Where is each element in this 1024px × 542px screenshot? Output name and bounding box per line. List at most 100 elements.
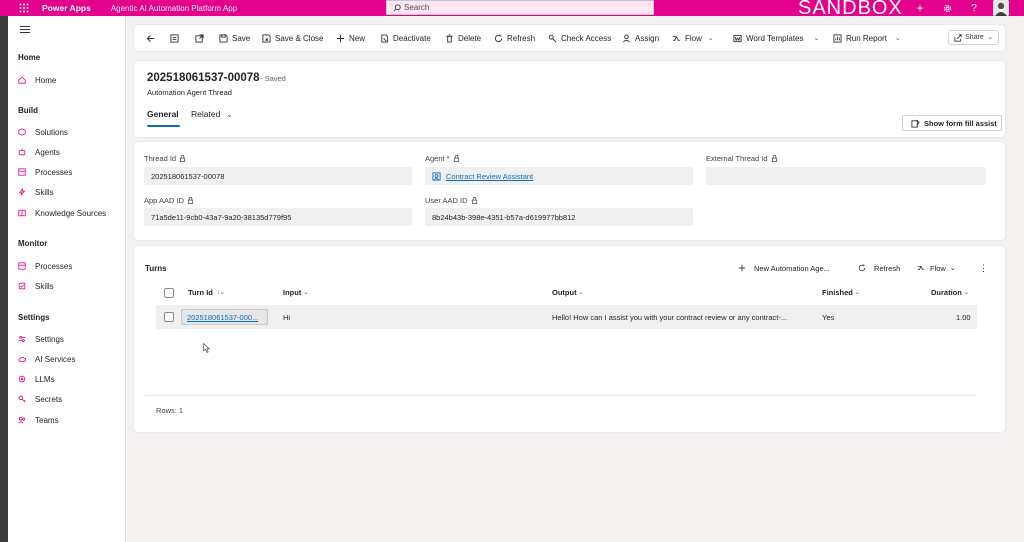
search-input[interactable]: Search: [386, 0, 654, 15]
sidebar-item-solutions[interactable]: Solutions: [18, 125, 68, 139]
column-header-turn-id[interactable]: Turn Id ↓⌄: [188, 288, 225, 297]
save-icon: [219, 33, 228, 43]
sidebar-item-label: Home: [35, 75, 57, 85]
tab-related[interactable]: Related ⌄: [191, 109, 233, 119]
open-new-window-button[interactable]: [195, 25, 208, 51]
flow-label: Flow: [685, 33, 702, 43]
user-aad-id-field[interactable]: 8b24b43b-398e-4351-b57a-d619977bb812: [425, 208, 693, 226]
flow-button[interactable]: Flow ⌄: [672, 25, 714, 51]
lock-icon: [471, 197, 477, 204]
column-header-label: Duration: [931, 288, 962, 297]
sidebar-item-llms[interactable]: LLMs: [18, 372, 55, 386]
chevron-down-icon: ⌄: [226, 112, 233, 119]
column-header-label: Input: [283, 288, 302, 297]
sidebar-item-processes[interactable]: Processes: [18, 165, 72, 179]
back-button[interactable]: [146, 25, 159, 51]
flow-icon: [672, 35, 681, 41]
sidebar-item-label: Knowledge Sources: [35, 208, 107, 218]
deactivate-button[interactable]: Deactivate: [380, 25, 431, 51]
column-header-output[interactable]: Output ⌄: [552, 288, 584, 297]
share-button[interactable]: Share ⌄: [948, 30, 999, 45]
lock-icon: [187, 197, 194, 204]
sidebar-item-knowledge-sources[interactable]: Knowledge Sources: [18, 206, 106, 220]
sidebar-item-skills[interactable]: Skills: [18, 185, 54, 199]
processes-icon: [18, 168, 26, 176]
agent-lookup-value[interactable]: Contract Review Assistant: [446, 172, 533, 181]
save-close-button[interactable]: Save & Close: [262, 25, 323, 51]
sidebar-item-monitor-skills[interactable]: Skills: [18, 279, 54, 293]
hamburger-icon[interactable]: [20, 26, 30, 34]
column-header-label: Finished: [822, 288, 853, 297]
form-fill-assist-button[interactable]: Show form fill assist: [902, 115, 1002, 131]
tab-general[interactable]: General: [147, 109, 179, 119]
word-icon: [733, 34, 742, 42]
sidebar-item-monitor-processes[interactable]: Processes: [18, 259, 72, 273]
new-turn-label: New Automation Age...: [754, 263, 830, 273]
sidebar-item-home[interactable]: Home: [18, 73, 56, 87]
open-in-new-icon: [195, 33, 204, 43]
finished-cell: Yes: [822, 313, 835, 322]
turn-id-link[interactable]: 202518061537-000...: [181, 309, 268, 325]
sidebar-item-teams[interactable]: Teams: [18, 413, 59, 427]
delete-button[interactable]: Delete: [445, 25, 481, 51]
column-header-input[interactable]: Input ⌄: [283, 288, 308, 297]
column-header-finished[interactable]: Finished ⌄: [822, 288, 860, 297]
more-commands-icon[interactable]: ⋮: [979, 262, 988, 274]
sidebar-item-ai-services[interactable]: AI Services: [18, 352, 75, 366]
row-checkbox[interactable]: [164, 312, 174, 322]
share-icon: [954, 33, 962, 42]
select-all-checkbox[interactable]: [164, 288, 174, 298]
app-name[interactable]: Agentic AI Automation Platform App: [111, 4, 237, 13]
refresh-button[interactable]: Refresh: [494, 25, 535, 51]
app-launcher-icon[interactable]: [14, 0, 34, 16]
brand-name[interactable]: Power Apps: [42, 3, 91, 13]
form-view-button[interactable]: [170, 25, 183, 51]
assign-button[interactable]: Assign: [622, 25, 659, 51]
form-fill-assist-label: Show form fill assist: [924, 118, 997, 128]
thread-id-field[interactable]: 202518061537-00078: [144, 167, 412, 185]
column-header-duration[interactable]: Duration ⌄: [931, 288, 969, 297]
agent-lookup-field[interactable]: Contract Review Assistant: [425, 167, 693, 185]
search-icon: [393, 3, 401, 12]
sidebar-section-monitor: Monitor: [18, 239, 48, 248]
form-icon: [170, 33, 179, 43]
sidebar-item-label: Settings: [35, 334, 64, 344]
external-thread-id-label-text: External Thread Id: [706, 154, 768, 163]
subgrid-flow-button[interactable]: Flow ⌄: [917, 262, 956, 274]
agents-icon: [18, 148, 26, 156]
external-thread-id-field[interactable]: [706, 167, 986, 185]
back-arrow-icon: [146, 34, 155, 42]
add-icon[interactable]: +: [913, 1, 927, 15]
app-aad-id-label-text: App AAD ID: [144, 196, 185, 205]
subgrid-flow-label: Flow: [930, 263, 946, 273]
sidebar-item-agents[interactable]: Agents: [18, 145, 60, 159]
sidebar-section-settings: Settings: [18, 313, 50, 322]
key-icon: [18, 395, 26, 403]
lock-icon: [453, 155, 459, 162]
search-placeholder: Search: [404, 3, 430, 12]
help-icon[interactable]: ?: [967, 1, 981, 15]
thread-id-label-text: Thread Id: [144, 154, 177, 163]
subgrid-refresh-button[interactable]: Refresh: [858, 262, 900, 274]
record-title: 202518061537-00078: [147, 72, 260, 84]
grid-footer-divider: [145, 395, 977, 396]
flow-icon: [917, 266, 925, 270]
word-templates-button[interactable]: Word Templates ⌄: [733, 25, 819, 51]
form-fill-icon: [911, 119, 920, 128]
app-aad-id-field[interactable]: 71a5de11-9cb0-43a7-9a20-38135d779f95: [144, 208, 412, 226]
sidebar-item-settings[interactable]: Settings: [18, 332, 64, 346]
environment-label: SANDBOX: [798, 0, 903, 19]
avatar[interactable]: [993, 0, 1009, 16]
cloud-icon: [18, 355, 26, 363]
word-templates-label: Word Templates: [746, 33, 804, 43]
sidebar-item-secrets[interactable]: Secrets: [18, 392, 62, 406]
chevron-down-icon: ⌄: [894, 35, 901, 42]
run-report-button[interactable]: Run Report ⌄: [833, 25, 901, 51]
new-automation-agent-turn-button[interactable]: New Automation Age...: [738, 262, 830, 274]
gear-icon[interactable]: [940, 1, 954, 15]
new-button[interactable]: New: [336, 25, 365, 51]
save-button[interactable]: Save: [219, 25, 250, 51]
teams-icon: [18, 416, 26, 424]
share-label: Share: [965, 34, 984, 41]
check-access-button[interactable]: Check Access: [548, 25, 611, 51]
